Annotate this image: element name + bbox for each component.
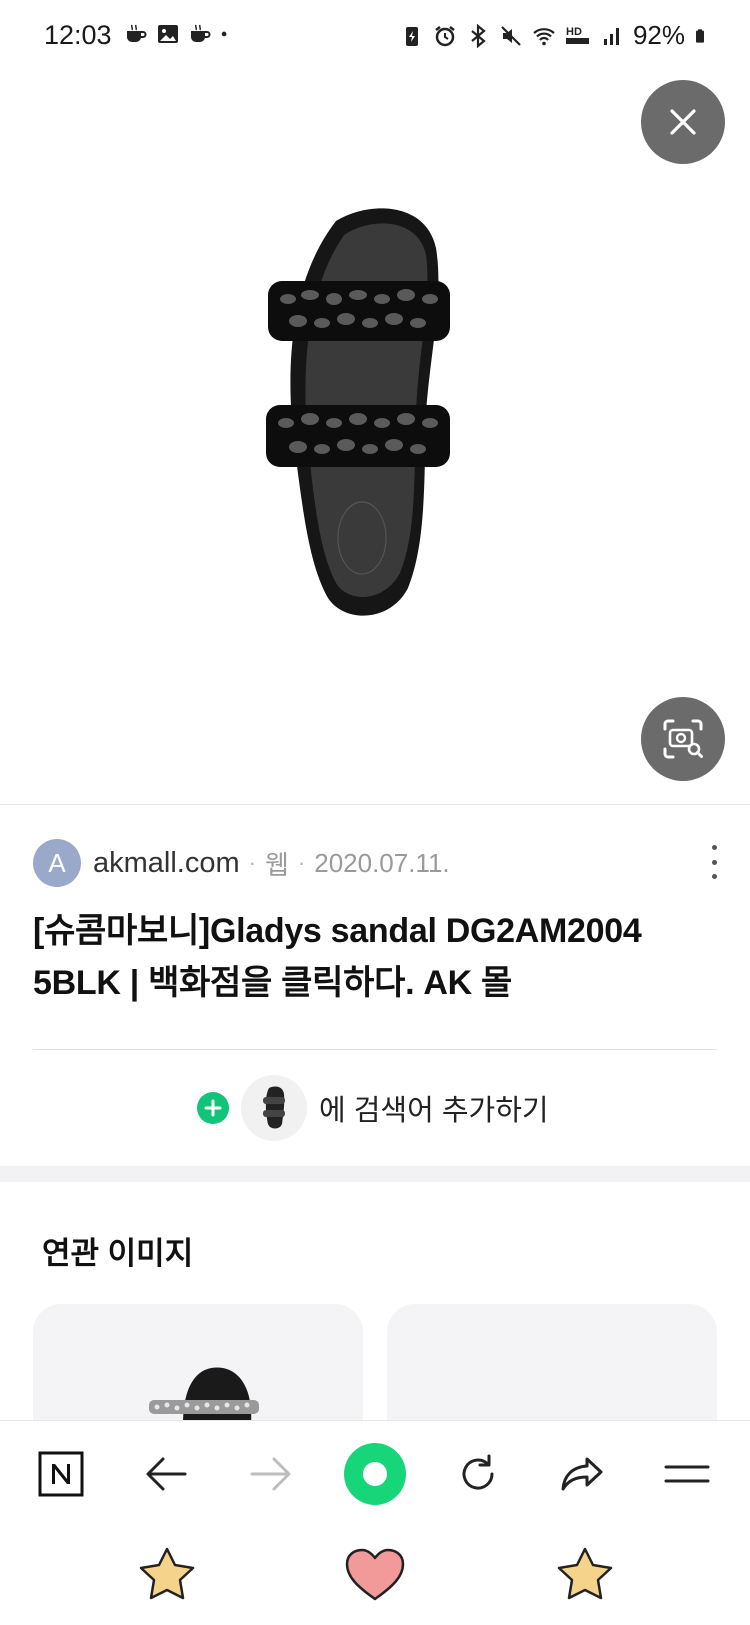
more-dot [711, 845, 717, 850]
source-domain[interactable]: akmall.com [93, 847, 240, 880]
share-button[interactable] [547, 1439, 617, 1509]
source-date: 2020.07.11. [314, 847, 450, 878]
star-icon [139, 1547, 195, 1600]
related-image-card[interactable] [33, 1304, 363, 1424]
more-dot [711, 874, 717, 879]
close-icon [670, 109, 696, 135]
battery-icon [696, 28, 704, 43]
svg-text:HD: HD [566, 26, 582, 38]
divider [0, 804, 750, 805]
image-thumbnail-chip [241, 1075, 307, 1141]
star-button[interactable] [132, 1540, 202, 1610]
home-green-icon [363, 1462, 387, 1486]
share-icon [561, 1457, 603, 1491]
separator-dot: · [297, 850, 306, 875]
divider [33, 1049, 717, 1050]
status-bar: 12:03 HD 92% [0, 0, 750, 72]
section-divider [0, 1166, 750, 1182]
heart-icon [345, 1548, 405, 1601]
source-avatar: A [33, 839, 81, 887]
system-status-icons: HD 92% [400, 20, 710, 51]
close-button[interactable] [641, 80, 725, 164]
signal-icon [603, 27, 619, 45]
wifi-icon [533, 27, 555, 45]
gallery-icon [158, 25, 178, 43]
heart-button[interactable] [340, 1540, 410, 1610]
related-images-heading: 연관 이미지 [42, 1236, 194, 1271]
status-time: 12:03 [44, 20, 112, 50]
image-search-button[interactable] [641, 697, 725, 781]
add-keyword-label: 에 검색어 추가하기 [319, 1095, 549, 1127]
star-icon [557, 1547, 613, 1600]
source-row[interactable]: A akmall.com · 웹 · 2020.07.11. [33, 838, 723, 888]
result-title-line: [슈콤마보니]Gladys sandal DG2AM2004 [33, 912, 642, 950]
battery-percent: 92% [632, 20, 685, 50]
more-dot [711, 859, 717, 865]
result-title-link[interactable]: [슈콤마보니]Gladys sandal DG2AM2004 5BLK | 백화… [33, 905, 723, 1009]
image-search-icon [663, 719, 703, 759]
menu-icon [664, 1465, 710, 1483]
battery-saver-icon [405, 26, 418, 46]
more-options-button[interactable] [704, 845, 724, 879]
related-image-card[interactable] [387, 1304, 717, 1424]
plus-icon [197, 1092, 229, 1124]
sandal-thumbnail [263, 1086, 285, 1129]
green-home-button[interactable] [344, 1443, 406, 1505]
separator-dot: · [248, 850, 256, 875]
coffee-icon [127, 24, 147, 42]
add-search-keyword-button[interactable]: 에 검색어 추가하기 [197, 1075, 549, 1141]
refresh-icon [462, 1454, 494, 1490]
menu-button[interactable] [652, 1439, 722, 1509]
back-button[interactable] [131, 1439, 201, 1509]
bottom-dock [0, 1530, 750, 1625]
notification-icons [124, 22, 234, 46]
source-type: 웹 [264, 849, 289, 880]
refresh-button[interactable] [443, 1439, 513, 1509]
naver-n-icon [38, 1451, 84, 1497]
forward-arrow-icon [250, 1457, 291, 1491]
hd-voice-icon: HD [565, 26, 589, 44]
naver-home-button[interactable] [26, 1439, 96, 1509]
result-title-line: 5BLK | 백화점을 클릭하다. AK 몰 [33, 964, 513, 1002]
bluetooth-icon [471, 23, 486, 48]
browser-toolbar [0, 1420, 750, 1530]
forward-button[interactable] [236, 1439, 306, 1509]
product-image-sandal[interactable] [258, 203, 458, 643]
coffee-icon [191, 24, 211, 42]
star-button[interactable] [550, 1540, 620, 1610]
mute-icon [501, 25, 521, 46]
dot-icon [221, 31, 227, 37]
related-image-sandal [149, 1367, 259, 1424]
back-arrow-icon [146, 1457, 187, 1491]
alarm-icon [435, 25, 455, 46]
